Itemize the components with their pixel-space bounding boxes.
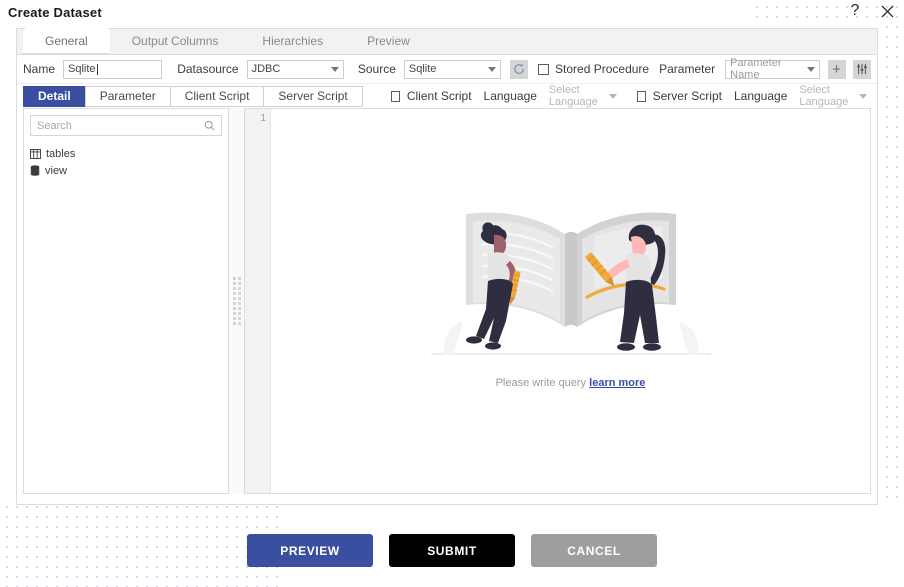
chevron-down-icon	[608, 93, 617, 99]
submit-button[interactable]: SUBMIT	[389, 534, 515, 567]
server-language-value: Select Language	[799, 84, 849, 108]
client-script-label: Client Script	[406, 89, 472, 103]
server-language-select[interactable]: Select Language	[795, 84, 871, 108]
client-script-checkbox[interactable]	[390, 90, 400, 102]
database-icon	[30, 165, 40, 176]
create-dataset-dialog: General Output Columns Hierarchies Previ…	[16, 28, 878, 505]
server-script-label: Server Script	[652, 89, 722, 103]
parameter-label: Parameter	[659, 62, 716, 76]
server-language-label: Language	[733, 89, 788, 103]
tree-item-tables[interactable]: tables	[30, 145, 222, 162]
background-cover-top	[0, 0, 748, 24]
close-icon[interactable]	[878, 2, 896, 20]
tab-hierarchies[interactable]: Hierarchies	[240, 28, 345, 54]
main-tab-bar: General Output Columns Hierarchies Previ…	[17, 28, 877, 55]
search-icon	[204, 120, 215, 131]
dataset-body: Search tables view 1 Please write query …	[17, 108, 877, 500]
question-mark-icon[interactable]: ?	[846, 2, 864, 20]
window-controls: ?	[846, 2, 896, 20]
panel-splitter-handle[interactable]	[229, 108, 244, 494]
name-input-value: Sqlite	[68, 63, 96, 75]
subtab-parameter[interactable]: Parameter	[84, 85, 171, 107]
stored-procedure-label: Stored Procedure	[555, 62, 650, 76]
client-language-value: Select Language	[548, 84, 598, 108]
tree-item-view[interactable]: view	[30, 162, 222, 179]
dialog-footer: PREVIEW SUBMIT CANCEL	[0, 534, 904, 567]
source-label: Source	[357, 62, 396, 76]
parameter-name-select[interactable]: Parameter Name	[725, 57, 820, 81]
empty-state-text: Please write query	[495, 377, 587, 389]
stored-procedure-checkbox[interactable]	[538, 63, 550, 75]
name-input[interactable]: Sqlite	[63, 59, 163, 79]
empty-state: Please write query learn more	[271, 187, 870, 389]
subtab-client-script[interactable]: Client Script	[169, 85, 265, 107]
datasource-select-value: JDBC	[251, 63, 281, 75]
subtab-server-script[interactable]: Server Script	[263, 85, 363, 107]
tab-output-columns[interactable]: Output Columns	[110, 28, 241, 54]
chevron-down-icon	[806, 66, 815, 72]
schema-tree: tables view	[30, 145, 222, 179]
client-language-select[interactable]: Select Language	[544, 84, 621, 108]
chevron-down-icon	[488, 66, 497, 72]
tree-item-label: view	[45, 164, 68, 177]
tree-item-label: tables	[46, 147, 76, 160]
plus-icon[interactable]: +	[827, 59, 846, 79]
datasource-label: Datasource	[177, 62, 239, 76]
datasource-select[interactable]: JDBC	[246, 59, 344, 79]
name-label: Name	[23, 62, 56, 76]
grip-dots-icon	[232, 277, 241, 325]
chevron-down-icon	[859, 93, 867, 99]
cancel-button[interactable]: CANCEL	[531, 534, 657, 567]
search-input[interactable]: Search	[30, 115, 222, 136]
server-script-checkbox[interactable]	[636, 90, 646, 102]
source-select[interactable]: Sqlite	[403, 59, 502, 79]
tab-general[interactable]: General	[23, 28, 110, 54]
client-language-label: Language	[483, 89, 537, 103]
table-icon	[30, 148, 41, 159]
two-people-writing-in-book-illustration	[430, 212, 711, 355]
schema-explorer-panel: Search tables view	[23, 108, 229, 494]
tab-preview[interactable]: Preview	[345, 28, 432, 54]
preview-button[interactable]: PREVIEW	[247, 534, 373, 567]
chevron-down-icon	[330, 66, 339, 72]
text-caret	[96, 63, 98, 75]
editor-line-numbers: 1	[245, 109, 271, 493]
query-editor-panel: 1 Please write query learn more	[244, 108, 871, 494]
dataset-config-row: Name Sqlite Datasource JDBC Source Sqlit…	[17, 55, 877, 84]
learn-more-link[interactable]: learn more	[589, 377, 645, 389]
subtab-detail[interactable]: Detail	[23, 85, 86, 107]
empty-state-message: Please write query learn more	[496, 377, 646, 389]
page-title: Create Dataset	[8, 5, 102, 20]
source-select-value: Sqlite	[408, 63, 437, 75]
parameter-name-value: Parameter Name	[730, 57, 782, 81]
search-placeholder: Search	[37, 119, 72, 132]
subtab-and-script-row: Detail Parameter Client Script Server Sc…	[17, 84, 877, 108]
refresh-icon[interactable]	[510, 59, 529, 79]
sliders-icon[interactable]	[852, 59, 871, 79]
query-editor-input[interactable]: Please write query learn more	[271, 109, 870, 493]
